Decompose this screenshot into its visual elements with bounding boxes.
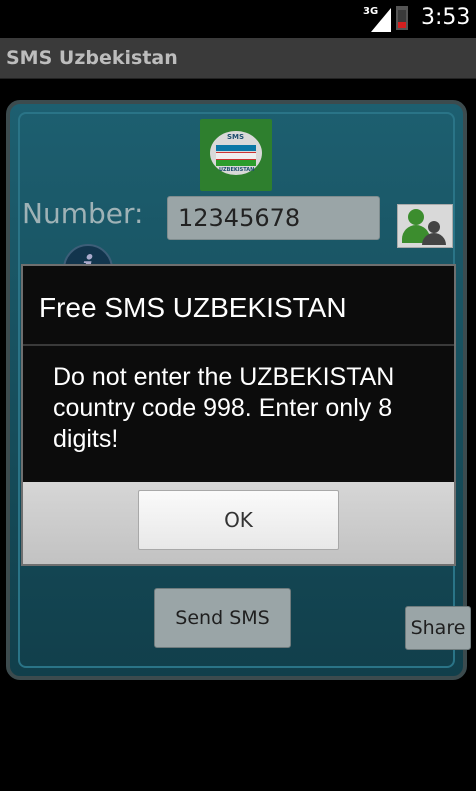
number-input[interactable]: 12345678: [167, 196, 380, 240]
contacts-button[interactable]: [397, 204, 453, 248]
flag-stripe-blue: [216, 145, 256, 151]
send-sms-button[interactable]: Send SMS: [154, 588, 291, 648]
contacts-icon: [408, 209, 424, 225]
number-label: Number:: [22, 197, 144, 230]
alert-dialog: Free SMS UZBEKISTAN Do not enter the UZB…: [21, 264, 456, 566]
logo-subtext: UZBEKISTAN: [219, 167, 255, 173]
contacts-icon-second-head: [428, 221, 440, 233]
dialog-divider: [23, 344, 454, 346]
battery-icon: [396, 6, 408, 30]
ok-button[interactable]: OK: [138, 490, 339, 550]
contacts-icon-second-body: [422, 233, 446, 245]
share-button[interactable]: Share: [405, 606, 471, 650]
dialog-button-bar: OK: [23, 482, 454, 564]
app-title: SMS Uzbekistan: [6, 47, 178, 69]
status-time: 3:53: [421, 5, 471, 30]
logo-text: SMS: [227, 133, 245, 141]
app-title-bar: SMS Uzbekistan: [0, 38, 476, 79]
flag-stripe-white: [216, 152, 256, 160]
app-logo: SMS UZBEKISTAN: [200, 119, 272, 191]
dialog-message: Do not enter the UZBEKISTAN country code…: [53, 363, 395, 453]
dialog-title: Free SMS UZBEKISTAN: [39, 292, 347, 323]
network-type: 3G: [363, 6, 379, 17]
flag-stripe-green: [216, 160, 256, 166]
status-bar: 3G 3:53: [0, 0, 476, 38]
